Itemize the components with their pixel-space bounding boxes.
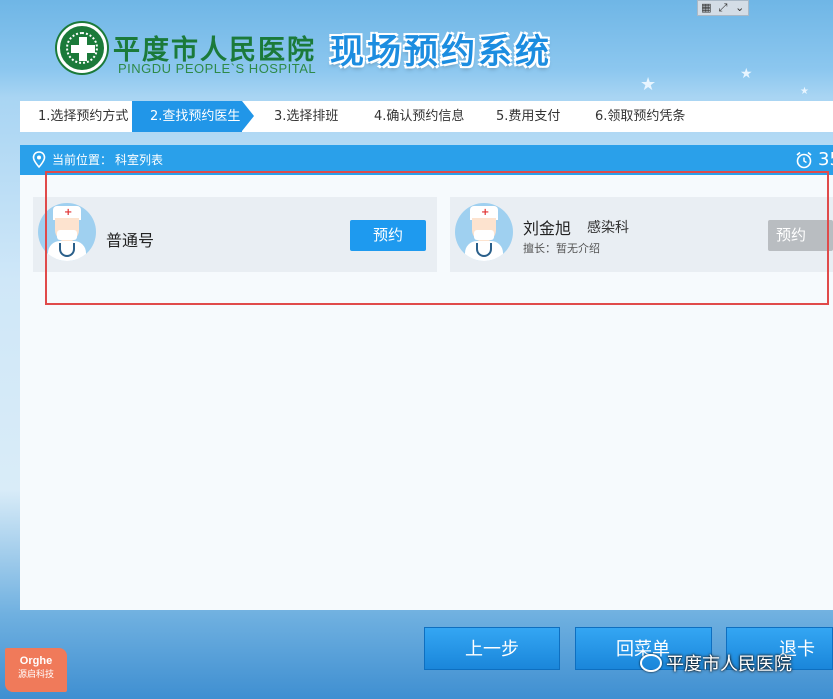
wechat-watermark: 平度市人民医院 (640, 648, 792, 678)
step-1: 1.选择预约方式 (38, 109, 129, 124)
resize-icon[interactable]: ⤢ (715, 1, 732, 15)
hospital-name-en: PINGDU PEOPLE`S HOSPITAL (118, 61, 317, 76)
chevron-down-icon[interactable]: ⌄ (731, 1, 748, 15)
system-title: 现场预约系统 (330, 32, 552, 72)
hospital-logo-icon (57, 23, 107, 73)
vendor-badge-line2: 源启科技 (17, 669, 54, 679)
step-6: 6.领取预约凭条 (595, 109, 686, 124)
step-progress-bar: 1.选择预约方式 2.查找预约医生 3.选择排班 4.确认预约信息 5.费用支付… (20, 101, 833, 132)
star-icon: ★ (740, 66, 753, 82)
step-2-active: 2.查找预约医生 (132, 101, 254, 132)
vendor-badge-line1: Orghe (19, 655, 53, 667)
step-4: 4.确认预约信息 (374, 109, 465, 124)
highlight-box (45, 171, 829, 305)
header: 平度市人民医院 PINGDU PEOPLE`S HOSPITAL 现场预约系统 … (0, 0, 833, 100)
star-icon: ★ (800, 86, 809, 97)
step-5: 5.费用支付 (496, 109, 561, 124)
location-pin-icon (32, 151, 46, 169)
window-controls[interactable]: ▦ ⤢ ⌄ (697, 0, 749, 16)
previous-step-button[interactable]: 上一步 (424, 627, 560, 670)
vendor-badge: Orghe 源启科技 (5, 648, 67, 692)
watermark-text: 平度市人民医院 (666, 654, 792, 675)
step-3: 3.选择排班 (274, 109, 339, 124)
keyboard-icon[interactable]: ▦ (698, 1, 715, 15)
wechat-icon (640, 654, 662, 672)
alarm-clock-icon (796, 151, 812, 169)
star-icon: ★ (640, 74, 657, 95)
